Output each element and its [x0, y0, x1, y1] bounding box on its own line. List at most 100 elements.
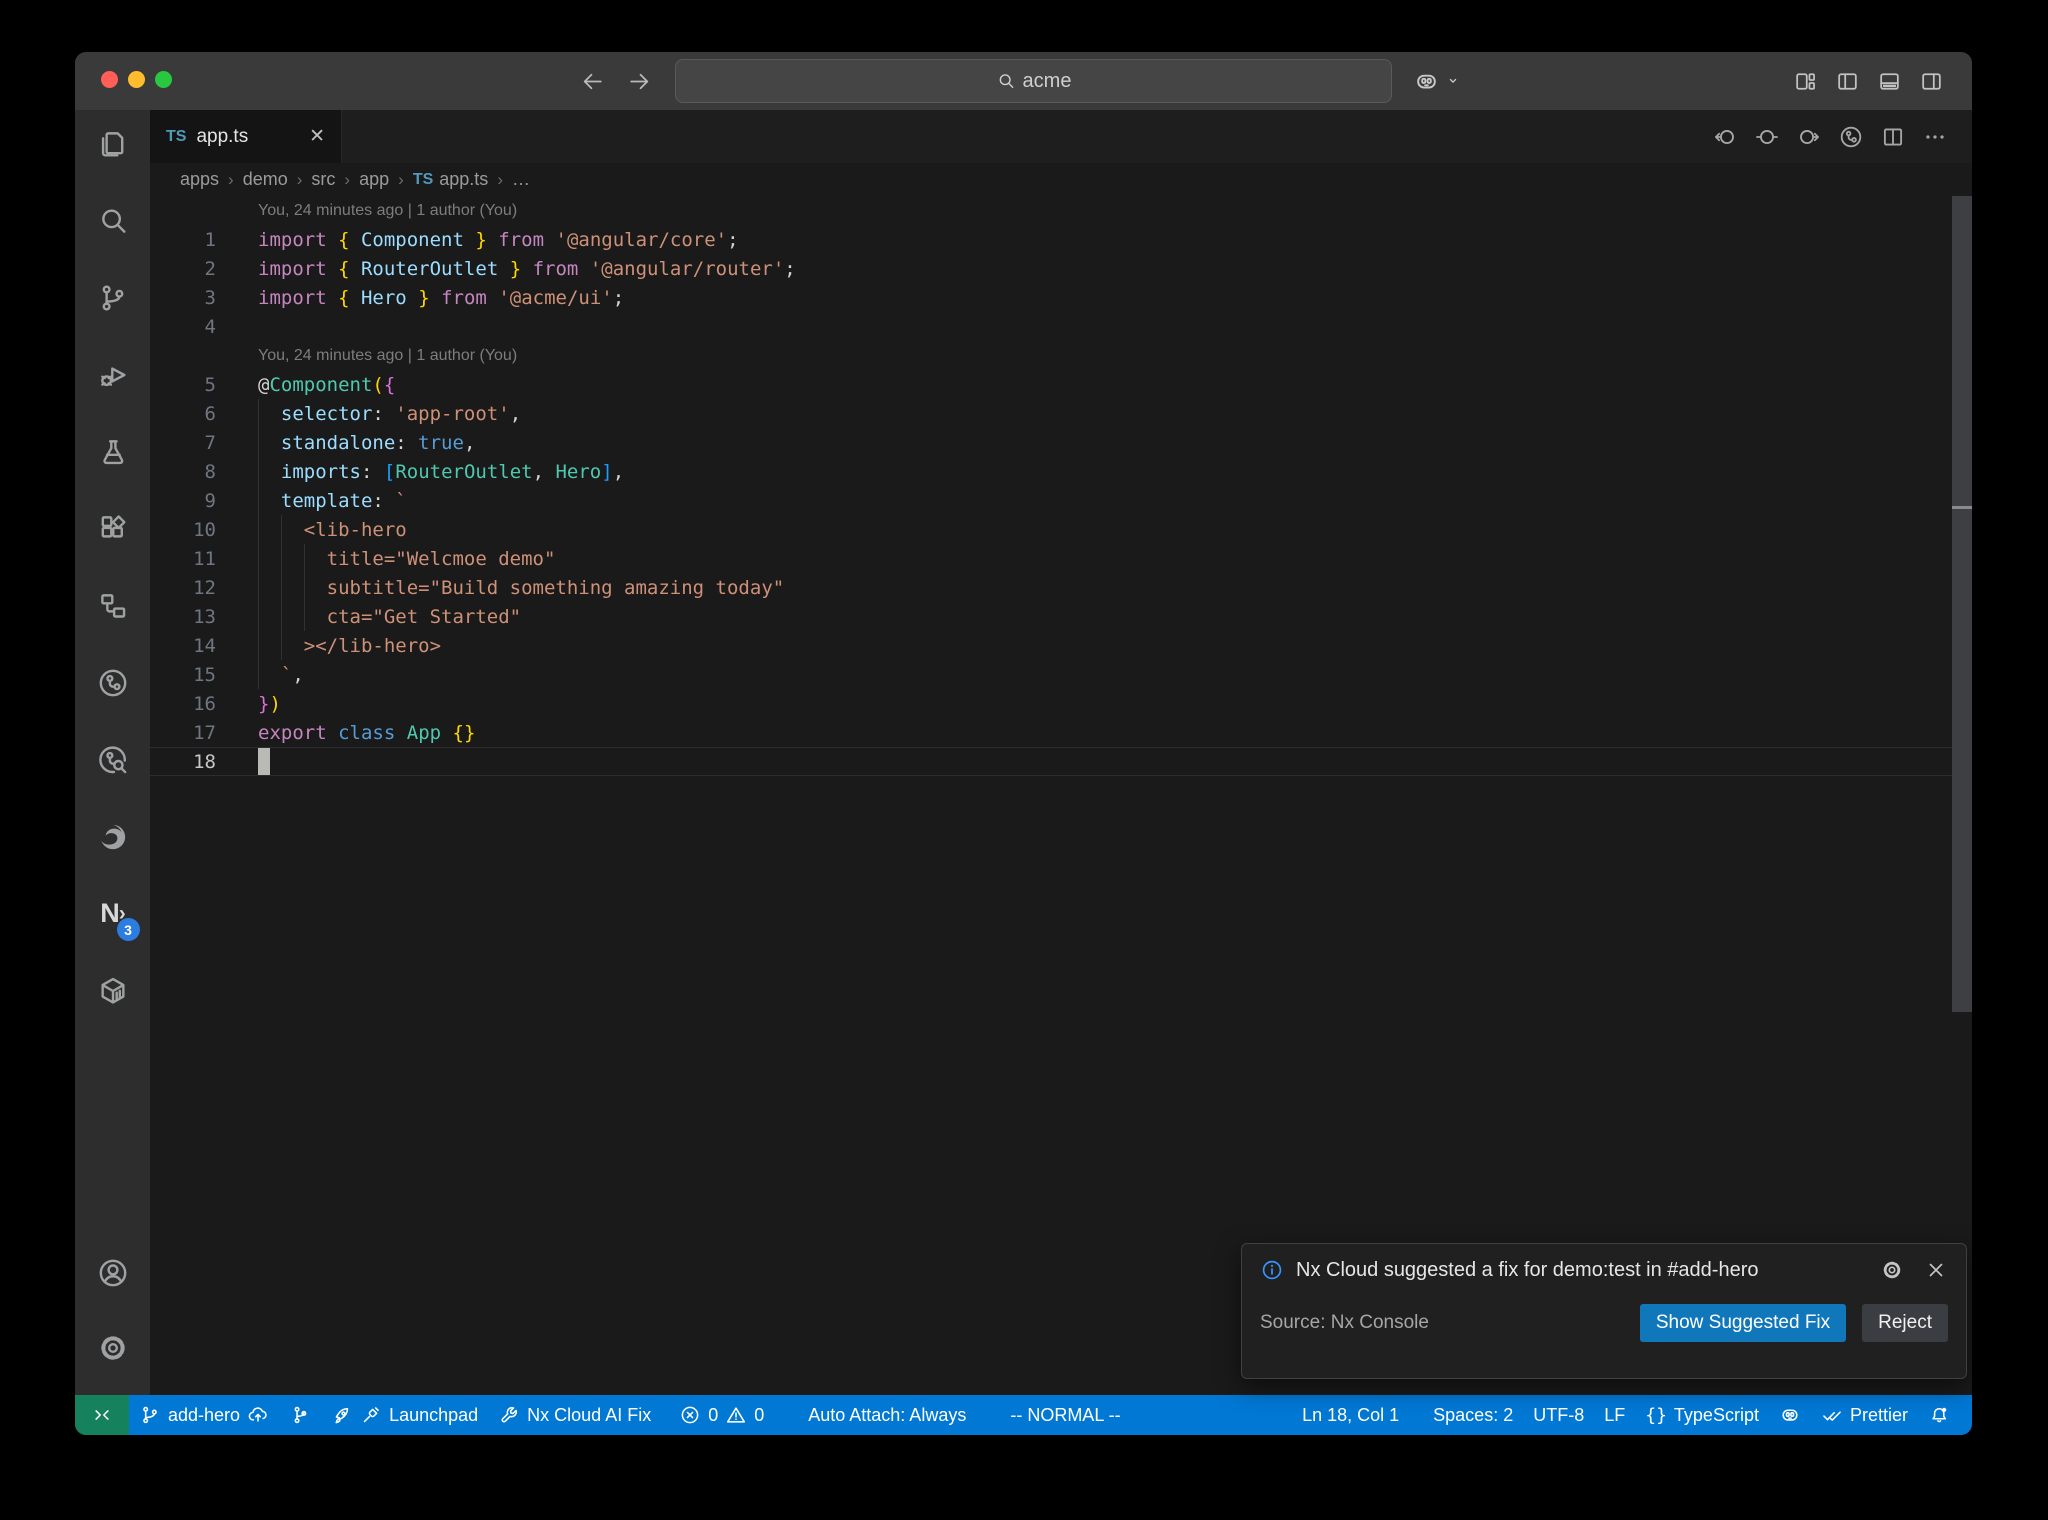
breadcrumb-item-apps[interactable]: apps [180, 169, 219, 190]
status-language-mode[interactable]: {} TypeScript [1635, 1395, 1769, 1435]
cloudUpload-icon [247, 1404, 269, 1426]
status-cursor-position[interactable]: Ln 18, Col 1 [1292, 1395, 1409, 1435]
commit-graph-icon[interactable] [1838, 124, 1864, 150]
code-line-1[interactable]: 1 import { Component } from '@angular/cor… [150, 225, 1972, 254]
sidebar-item-run-and-debug[interactable] [89, 351, 137, 398]
status-auto-attach[interactable]: Auto Attach: Always [798, 1395, 976, 1435]
code-line-3[interactable]: 3 import { Hero } from '@acme/ui'; [150, 283, 1972, 312]
line-number: 17 [193, 721, 216, 744]
code-line-9[interactable]: 9 template: ` [150, 486, 1972, 515]
code-line-5[interactable]: 5 @ Component({ [150, 370, 1972, 399]
sidebar-item-search[interactable] [89, 197, 137, 244]
status-encoding[interactable]: UTF-8 [1523, 1395, 1594, 1435]
sidebar-item-nx-console[interactable]: N› 3 [89, 890, 140, 941]
sidebar-item-accounts[interactable] [89, 1249, 137, 1296]
navigate-back-button[interactable] [580, 69, 605, 94]
code-line-11[interactable]: 11 title="Welcmoe demo" [150, 544, 1972, 573]
code-line-6[interactable]: 6 selector: 'app-root', [150, 399, 1972, 428]
toggle-primary-sidebar-button[interactable] [1835, 69, 1860, 94]
breadcrumb-item-src[interactable]: src [311, 169, 335, 190]
reject-button[interactable]: Reject [1862, 1304, 1948, 1342]
indent-guide [258, 399, 259, 428]
sidebar-item-type-hierarchy[interactable] [89, 582, 137, 629]
indent-guide [280, 602, 282, 631]
code-line-17[interactable]: 17 export class App {} [150, 718, 1972, 747]
line-content [258, 312, 1972, 341]
show-suggested-fix-button[interactable]: Show Suggested Fix [1639, 1304, 1847, 1342]
toggle-panel-button[interactable] [1877, 69, 1902, 94]
status-launchpad[interactable]: Launchpad [321, 1395, 488, 1435]
indent-guide [303, 602, 305, 631]
close-notification-icon[interactable] [1924, 1258, 1948, 1282]
copilot-menu[interactable] [1413, 52, 1462, 110]
remote-icon [91, 1404, 113, 1426]
sidebar-item-settings[interactable] [89, 1324, 137, 1371]
sidebar-item-commit-graph[interactable] [89, 659, 137, 706]
status-remote-indicator[interactable] [75, 1395, 129, 1435]
status-bar: add-hero Launchpad Nx Cloud AI Fix 0 0 Auto A… [75, 1395, 1972, 1435]
sidebar-item-browser-preview[interactable] [89, 813, 137, 860]
close-tab-icon[interactable]: ✕ [309, 125, 325, 148]
copilot-icon [1779, 1404, 1801, 1426]
status-gitlens-commit[interactable] [279, 1395, 321, 1435]
breadcrumb-item-app[interactable]: app [359, 169, 389, 190]
status-vim-mode[interactable]: -- NORMAL -- [1000, 1395, 1130, 1435]
nav-back-icon[interactable] [1712, 124, 1738, 150]
code-line-16[interactable]: 16}) [150, 689, 1972, 718]
status-copilot-status[interactable] [1769, 1395, 1811, 1435]
status-eol[interactable]: LF [1594, 1395, 1635, 1435]
status-git-branch[interactable]: add-hero [129, 1395, 279, 1435]
code-line-15[interactable]: 15 `, [150, 660, 1972, 689]
code-line-10[interactable]: 10 <lib-hero [150, 515, 1972, 544]
code-line-12[interactable]: 12 subtitle="Build something amazing tod… [150, 573, 1972, 602]
git-blame-annotation[interactable]: You, 24 minutes ago | 1 author (You) [150, 196, 1972, 225]
sidebar-item-extensions[interactable] [89, 505, 137, 552]
git-blame-annotation[interactable]: You, 24 minutes ago | 1 author (You) [150, 341, 1972, 370]
zoom-window-button[interactable] [155, 71, 172, 88]
line-content: import { Hero } from '@acme/ui'; [258, 286, 625, 309]
code-line-13[interactable]: 13 cta="Get Started" [150, 602, 1972, 631]
toggle-secondary-sidebar-button[interactable] [1919, 69, 1944, 94]
status-indentation[interactable]: Spaces: 2 [1423, 1395, 1523, 1435]
tab-app-ts[interactable]: TS app.ts ✕ [150, 110, 342, 163]
status-label: TypeScript [1673, 1404, 1759, 1425]
status-problems[interactable]: 00 [669, 1395, 774, 1435]
code-line-4[interactable]: 4 [150, 312, 1972, 341]
code-line-14[interactable]: 14 ></lib-hero> [150, 631, 1972, 660]
code-line-18[interactable]: 18 [150, 747, 1972, 776]
breadcrumb-item-[interactable]: … [512, 169, 530, 190]
chevron-down-icon [1444, 72, 1462, 90]
timeline-icon[interactable] [1754, 124, 1780, 150]
breadcrumb-item-appts[interactable]: TS app.ts [413, 169, 489, 190]
customize-layout-button[interactable] [1793, 69, 1818, 94]
notification-settings-icon[interactable] [1880, 1258, 1904, 1282]
navigate-forward-button[interactable] [627, 69, 652, 94]
sidebar-item-explorer[interactable] [89, 120, 137, 167]
code-editor[interactable]: You, 24 minutes ago | 1 author (You) 1 imp… [150, 196, 1972, 1395]
sidebar-item-source-control[interactable] [89, 274, 137, 321]
minimize-window-button[interactable] [128, 71, 145, 88]
line-content: ></lib-hero> [258, 631, 1972, 660]
line-number: 10 [193, 518, 216, 541]
nav-forward-icon[interactable] [1796, 124, 1822, 150]
line-content: }) [258, 692, 281, 715]
typescript-file-icon: TS [166, 127, 187, 145]
status-nx-cloud-ai-fix[interactable]: Nx Cloud AI Fix [488, 1395, 661, 1435]
line-number: 2 [204, 257, 216, 280]
code-line-2[interactable]: 2 import { RouterOutlet } from '@angular/… [150, 254, 1972, 283]
breadcrumb-item-demo[interactable]: demo [243, 169, 288, 190]
scrollbar[interactable] [1952, 196, 1972, 1012]
sidebar-item-testing[interactable] [89, 428, 137, 475]
sidebar-item-containers[interactable] [89, 967, 137, 1014]
status-formatter[interactable]: Prettier [1811, 1395, 1918, 1435]
split-editor-icon[interactable] [1880, 124, 1906, 150]
line-number: 12 [193, 576, 216, 599]
sidebar-item-commit-search[interactable] [89, 736, 137, 783]
code-line-8[interactable]: 8 imports: [RouterOutlet, Hero], [150, 457, 1972, 486]
code-line-7[interactable]: 7 standalone: true, [150, 428, 1972, 457]
close-window-button[interactable] [101, 71, 118, 88]
command-center-search[interactable]: acme [675, 59, 1392, 103]
more-actions-icon[interactable] [1922, 124, 1948, 150]
status-label: Prettier [1849, 1404, 1908, 1425]
status-notifications-bell[interactable] [1918, 1395, 1960, 1435]
